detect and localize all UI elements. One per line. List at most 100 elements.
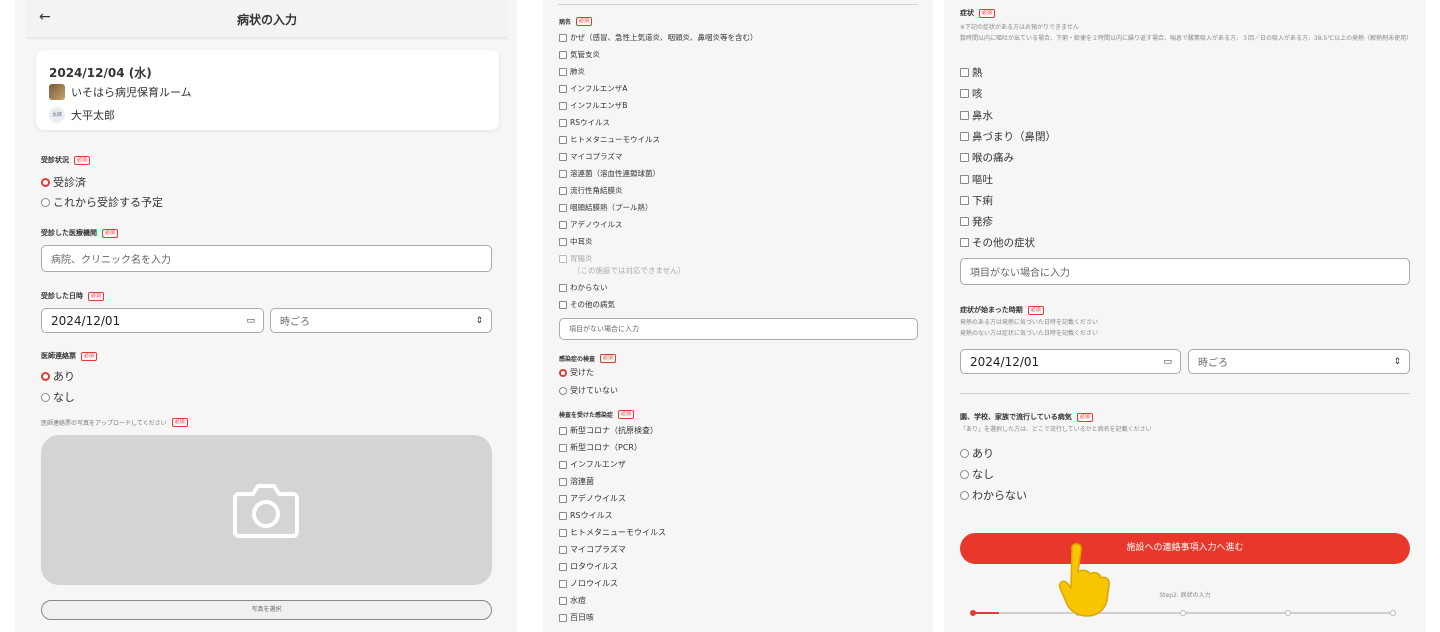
symptom-option[interactable]: 下痢 <box>960 193 993 208</box>
progress-step-dot <box>1285 610 1291 616</box>
step-progress-fill <box>973 612 1000 614</box>
epidemic-option-yes[interactable]: あり <box>960 445 994 461</box>
onset-time-select[interactable]: 時ごろ ⇕ <box>1188 349 1410 374</box>
radio-icon <box>559 386 567 395</box>
consult-status-option-done[interactable]: 受診済 <box>41 174 86 190</box>
disease-option[interactable]: 咽頭結膜熱（プール熱） <box>559 202 653 213</box>
visit-time-select[interactable]: 時ごろ ⇕ <box>270 308 492 333</box>
tested-option[interactable]: ロタウイルス <box>559 561 618 572</box>
section-divider <box>960 393 1410 394</box>
visit-date-input[interactable]: 2024/12/01 ▭ <box>41 308 264 333</box>
doctor-note-option-no[interactable]: なし <box>41 389 75 405</box>
tested-option[interactable]: 新型コロナ（PCR） <box>559 442 642 453</box>
disease-option[interactable]: インフルエンザA <box>559 83 627 94</box>
progress-step-dot <box>1390 610 1396 616</box>
symptom-option[interactable]: 発疹 <box>960 214 993 229</box>
test-option-done[interactable]: 受けた <box>559 367 594 378</box>
select-photo-button[interactable]: 写真を選択 <box>41 600 492 620</box>
step-progress-bar <box>970 610 1396 616</box>
required-badge: 必須 <box>600 354 617 363</box>
disease-option[interactable]: 気管支炎 <box>559 49 600 60</box>
radio-icon <box>960 448 969 458</box>
radio-selected-icon <box>41 371 50 381</box>
tested-option[interactable]: アデノウイルス <box>559 493 626 504</box>
checkbox-icon <box>960 238 969 248</box>
epidemic-option-no[interactable]: なし <box>960 466 994 482</box>
checkbox-icon <box>559 67 567 76</box>
calendar-icon[interactable]: ▭ <box>1163 357 1172 367</box>
required-badge: 必須 <box>618 410 635 419</box>
required-badge: 必須 <box>1076 412 1093 422</box>
tested-option[interactable]: 百日咳 <box>559 612 594 623</box>
symptom-option[interactable]: 咳 <box>960 86 983 101</box>
checkbox-icon <box>559 283 567 292</box>
checkbox-icon <box>960 68 969 77</box>
checkbox-icon <box>559 101 567 110</box>
symptom-option[interactable]: 嘔吐 <box>960 172 993 187</box>
checkbox-icon <box>559 426 567 435</box>
disease-option[interactable]: 溶連菌（溶血性連鎖球菌） <box>559 168 660 179</box>
symptom-option[interactable]: 喉の痛み <box>960 150 1014 165</box>
checkbox-icon <box>559 220 567 229</box>
disease-option[interactable]: 肺炎 <box>559 66 585 77</box>
required-badge: 必須 <box>81 351 98 361</box>
tested-option[interactable]: 新型コロナ（抗原検査） <box>559 425 658 436</box>
tested-option[interactable]: 溶連菌 <box>559 476 594 487</box>
disease-option[interactable]: その他の病気 <box>559 299 615 310</box>
disease-option[interactable]: わからない <box>559 282 608 293</box>
disease-option[interactable]: RSウイルス <box>559 117 610 128</box>
checkbox-icon <box>559 169 567 178</box>
checkbox-icon <box>559 84 567 93</box>
reservation-date: 2024/12/04 (水) <box>49 66 152 80</box>
disease-option[interactable]: アデノウイルス <box>559 219 623 230</box>
disease-option[interactable]: 中耳炎 <box>559 236 593 247</box>
tested-option[interactable]: 水痘 <box>559 595 586 606</box>
checkbox-icon <box>559 118 567 127</box>
radio-selected-icon <box>41 177 50 187</box>
symptom-option[interactable]: 熱 <box>960 65 983 80</box>
tested-option[interactable]: ヒトメタニューモウイルス <box>559 527 666 538</box>
disabled-disease-note: （この施設では対応できません） <box>573 266 686 275</box>
app-header: ← 病状の入力 <box>27 0 507 38</box>
tested-option[interactable]: ノロウイルス <box>559 578 618 589</box>
required-badge: 必須 <box>1027 305 1044 315</box>
symptom-option[interactable]: 鼻水 <box>960 108 993 123</box>
infection-test-label: 感染症の検査 必須 <box>559 354 617 363</box>
symptoms-note-2: 数時間以内に嘔吐が出ている場合、下痢・軟便を２時間以内に繰り返す場合、喘息で酸素… <box>960 35 1413 42</box>
tested-option[interactable]: マイコプラズマ <box>559 544 626 555</box>
symptom-other-input[interactable]: 項目がない場合に入力 <box>960 258 1410 285</box>
checkbox-icon <box>960 89 969 99</box>
disease-option[interactable]: かぜ（感冒、急性上気道炎、咽頭炎、鼻咽炎等を含む） <box>559 32 758 43</box>
calendar-icon[interactable]: ▭ <box>246 316 255 326</box>
checkbox-icon <box>960 174 969 184</box>
required-badge: 必須 <box>88 291 105 301</box>
disease-option[interactable]: マイコプラズマ <box>559 151 622 162</box>
onset-date-input[interactable]: 2024/12/01 ▭ <box>960 349 1181 374</box>
disease-option[interactable]: ヒトメタニューモウイルス <box>559 134 660 145</box>
select-arrows-icon: ⇕ <box>475 315 483 326</box>
symptom-form-panel-1: ← 病状の入力 2024/12/04 (水) いそはら病児保育ルーム 太郎 大平… <box>15 0 517 632</box>
photo-upload-area[interactable] <box>41 435 492 585</box>
test-option-not-done[interactable]: 受けていない <box>559 385 618 396</box>
onset-note-2: 発熱のない方は症状に気づいた日時を記載ください <box>960 330 1099 337</box>
epidemic-option-unknown[interactable]: わからない <box>960 487 1027 503</box>
hospital-input[interactable]: 病院、クリニック名を入力 <box>41 245 492 272</box>
symptom-option[interactable]: 鼻づまり（鼻閉） <box>960 129 1056 144</box>
next-step-button[interactable]: 施設への連絡事項入力へ進む <box>960 533 1410 564</box>
symptom-option[interactable]: その他の症状 <box>960 235 1035 250</box>
required-badge: 必須 <box>102 228 119 238</box>
consult-status-option-planned[interactable]: これから受診する予定 <box>41 194 163 210</box>
pointing-hand-icon <box>1058 543 1110 617</box>
radio-icon <box>960 490 969 500</box>
tested-option[interactable]: インフルエンザ <box>559 459 626 470</box>
doctor-note-label: 医師連絡票 必須 <box>41 351 98 361</box>
checkbox-icon <box>559 613 567 622</box>
checkbox-icon <box>559 579 567 588</box>
disease-option[interactable]: 流行性角結膜炎 <box>559 185 623 196</box>
checkbox-icon <box>559 494 567 503</box>
tested-option[interactable]: RSウイルス <box>559 510 613 521</box>
disease-other-input[interactable]: 項目がない場合に入力 <box>559 318 918 340</box>
doctor-note-option-yes[interactable]: あり <box>41 368 75 384</box>
disease-option[interactable]: インフルエンザB <box>559 100 627 111</box>
facility-row: いそはら病児保育ルーム <box>49 84 192 100</box>
